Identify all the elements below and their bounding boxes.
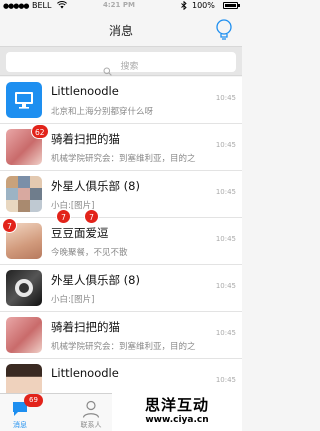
conversation-snippet: 小白:[图片] [51,201,95,211]
signal-strength: ●●●●● [3,2,30,10]
conversation-snippet: 北京和上海分别都穿什么呀 [51,107,154,117]
conversation-title: 外星人俱乐部 (8) [51,273,140,287]
watermark-url: www.ciya.cn [145,415,209,425]
search-placeholder: 搜索 [120,61,139,72]
unread-badge: 7 [84,209,99,224]
conversation-time: 10:45 [215,94,236,102]
search-icon [103,61,113,76]
conversation-title: Littlenoodle [51,366,119,380]
conversation-snippet: 机械学院研究会：到塞维利亚，目的之 [51,154,196,164]
conversation-title: 外星人俱乐部 (8) [51,179,140,193]
conversation-title: 骑着扫把的猫 [51,320,120,334]
conversation-snippet: 小白:[图片] [51,295,95,305]
avatar [6,270,42,306]
conversation-list: Littlenoodle 北京和上海分别都穿什么呀 10:45 62 骑着扫把的… [0,77,242,406]
tab-label: 消息 [13,421,27,429]
bluetooth-icon [181,0,187,12]
tab-messages[interactable]: 69 消息 [0,394,43,431]
conversation-time: 10:45 [215,329,236,337]
conversation-time: 10:45 [215,235,236,243]
status-bar: ●●●●● BELL 4:21 PM 100% [0,0,242,12]
list-item[interactable]: 骑着扫把的猫 机械学院研究会：到塞维利亚，目的之 10:45 [0,312,242,359]
conversation-time: 10:45 [215,282,236,290]
list-item[interactable]: 62 骑着扫把的猫 机械学院研究会：到塞维利亚，目的之 10:45 [0,124,242,171]
conversation-time: 10:45 [215,376,236,384]
list-item[interactable]: 7 7 7 豆豆面爱逗 今晚聚餐，不见不散 10:45 [0,209,242,265]
search-bar: 搜索 [0,46,242,76]
bulb-icon[interactable] [214,18,234,42]
person-icon [81,399,101,419]
monitor-icon [15,92,33,109]
battery-icon [223,2,240,9]
clock: 4:21 PM [103,1,135,9]
conversation-time: 10:45 [215,188,236,196]
nav-bar: 消息 [0,12,242,46]
tab-badge: 69 [24,394,43,407]
carrier-name: BELL [32,1,52,10]
page-title: 消息 [108,24,133,38]
conversation-snippet: 机械学院研究会：到塞维利亚，目的之 [51,342,196,352]
list-item[interactable]: 外星人俱乐部 (8) 小白:[图片] 10:45 [0,171,242,218]
tab-contacts[interactable]: 联系人 [71,394,111,431]
avatar [6,82,42,118]
list-item[interactable]: 外星人俱乐部 (8) 小白:[图片] 10:45 [0,265,242,312]
conversation-title: Littlenoodle [51,84,119,98]
unread-badge: 7 [2,218,17,233]
conversation-title: 豆豆面爱逗 [51,226,109,240]
conversation-snippet: 今晚聚餐，不见不散 [51,248,128,258]
unread-badge: 7 [56,209,71,224]
watermark: 思洋互动 www.ciya.cn [112,393,242,431]
search-input[interactable]: 搜索 [6,52,236,76]
unread-badge: 62 [31,124,49,139]
conversation-time: 10:45 [215,141,236,149]
wifi-icon [57,1,67,11]
list-item[interactable]: Littlenoodle 北京和上海分别都穿什么呀 10:45 [0,77,242,124]
phone-screen: ●●●●● BELL 4:21 PM 100% 消息 搜索 Littlenood… [0,0,242,431]
avatar [6,317,42,353]
group-avatar [6,176,42,212]
battery-percent: 100% [192,1,215,10]
conversation-title: 骑着扫把的猫 [51,132,120,146]
tab-label: 联系人 [80,421,102,429]
watermark-title: 思洋互动 [144,396,209,414]
